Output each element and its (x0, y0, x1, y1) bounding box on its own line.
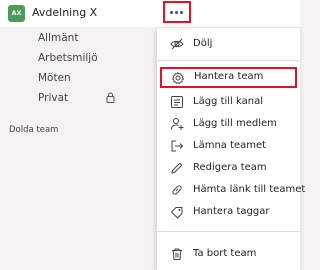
tag-icon (170, 205, 184, 219)
add-channel-icon (170, 95, 184, 109)
menu-item-leave-team[interactable]: Lämna teamet (157, 136, 300, 157)
team-name[interactable]: Avdelning X (32, 5, 97, 21)
menu-item-hide[interactable]: Dölj (157, 34, 300, 55)
menu-item-label: Hantera taggar (193, 206, 270, 217)
menu-item-manage-team[interactable]: Hantera team (160, 67, 297, 88)
menu-item-manage-tags[interactable]: Hantera taggar (157, 202, 300, 223)
menu-item-label: Hämta länk till teamet (193, 184, 306, 195)
gear-icon (171, 71, 185, 85)
lock-icon (106, 92, 115, 103)
pencil-icon (170, 161, 184, 175)
menu-item-label: Lämna teamet (193, 140, 267, 151)
menu-item-add-member[interactable]: Lägg till medlem (157, 114, 300, 135)
channel-label: Privat (38, 92, 69, 104)
menu-divider (157, 60, 300, 61)
team-header[interactable]: AX Avdelning X (0, 0, 300, 27)
menu-item-label: Hantera team (194, 71, 264, 82)
menu-item-delete-team[interactable]: Ta bort team (157, 244, 300, 265)
add-member-icon (170, 117, 184, 131)
menu-divider (157, 231, 300, 232)
channel-allmant[interactable]: Allmänt (38, 31, 78, 45)
menu-item-get-link[interactable]: Hämta länk till teamet (157, 180, 305, 201)
menu-item-label: Ta bort team (193, 248, 257, 259)
channel-arbetsmiljo[interactable]: Arbetsmiljö (38, 51, 98, 65)
menu-item-label: Dölj (193, 38, 213, 49)
menu-item-label: Redigera team (193, 162, 267, 173)
more-options-button[interactable] (163, 1, 191, 23)
menu-item-label: Lägg till kanal (193, 96, 263, 107)
menu-item-edit-team[interactable]: Redigera team (157, 158, 300, 179)
link-icon (170, 183, 184, 197)
channel-privat[interactable]: Privat (38, 91, 128, 105)
channel-moten[interactable]: Möten (38, 71, 71, 85)
team-avatar: AX (8, 5, 25, 22)
leave-icon (170, 139, 184, 153)
ellipsis-icon (170, 11, 184, 15)
hidden-teams-heading[interactable]: Dolda team (9, 124, 58, 136)
team-options-menu: Dölj Hantera team Lägg till kanal Lägg t… (157, 28, 305, 270)
menu-item-add-channel[interactable]: Lägg till kanal (157, 92, 300, 113)
menu-item-label: Lägg till medlem (193, 118, 277, 129)
eye-off-icon (170, 37, 184, 51)
trash-icon (170, 247, 184, 261)
